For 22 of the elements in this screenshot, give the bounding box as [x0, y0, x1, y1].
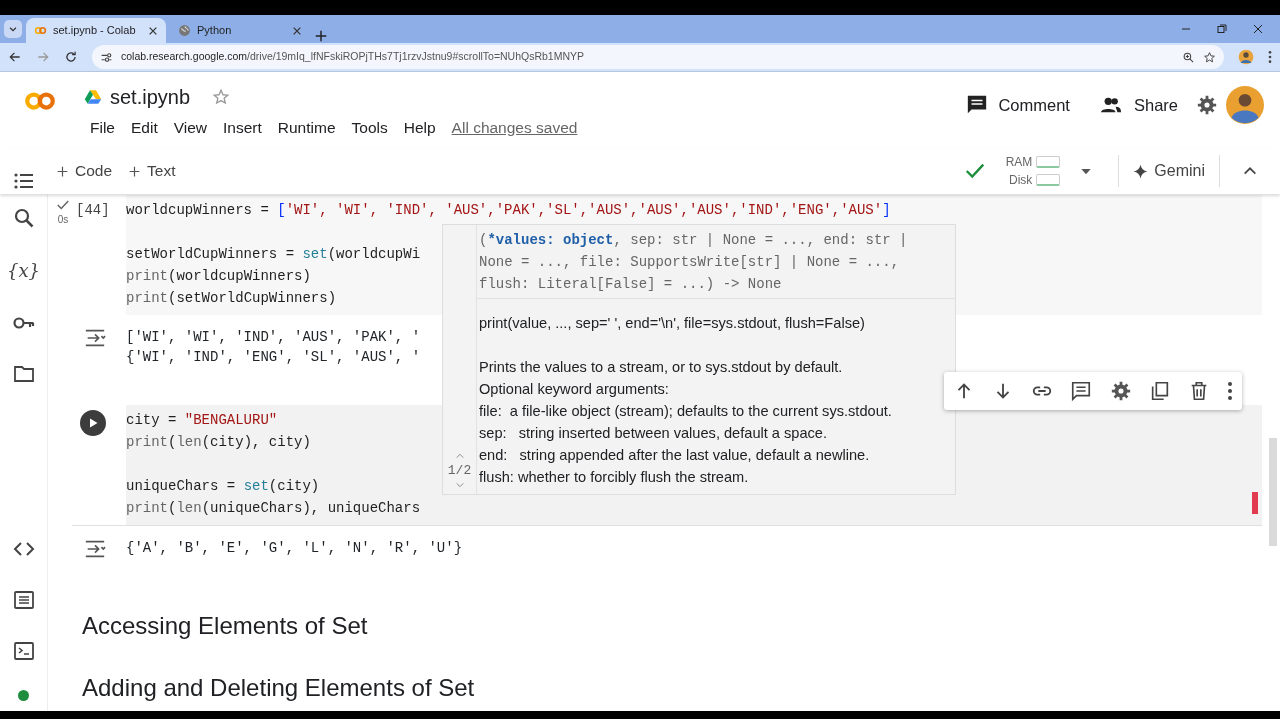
doc-line: Optional keyword arguments: — [479, 380, 670, 399]
output-line: {'A', 'B', 'E', 'G', 'L', 'N', 'R', 'U'} — [126, 539, 463, 558]
section-heading: Adding and Deleting Elements of Set — [81, 673, 476, 702]
run-duration: 0s — [57, 213, 69, 227]
doc-line: Prints the values to a stream, or to sys.stdout by default. — [479, 358, 844, 377]
signature-line: flush: Literal[False] = ...) -> None — [479, 275, 783, 294]
tab-title: Python — [197, 23, 232, 39]
disk-label: Disk — [1008, 172, 1033, 189]
usage-text: print(value, ..., sep=' ', end='\n', file=sys.stdout, flush=False) — [479, 314, 866, 333]
execution-count: [44] — [76, 201, 110, 220]
output-line: {'WI', 'IND', 'ENG', 'SL', 'AUS', ' — [126, 348, 421, 367]
section-heading: Accessing Elements of Set — [81, 611, 369, 641]
output-line: ['WI', 'WI', 'IND', 'AUS', 'PAK', ' — [126, 328, 421, 347]
doc-line: flush: whether to forcibly flush the stream. — [479, 468, 750, 487]
ram-label: RAM — [1005, 154, 1033, 171]
signature-line: (*values: object, sep: str | None = ..., end: str | — [479, 231, 909, 250]
doc-line: file: a file-like object (stream); defaults to the current sys.stdout. — [479, 402, 893, 421]
doc-line: end: string appended after the last value, default a newline. — [479, 446, 871, 465]
page-counter: 1/2 — [447, 461, 472, 480]
signature-line: None = ..., file: SupportsWrite[str] | None = ..., — [479, 253, 901, 272]
tab-title: set.ipynb - Colab — [53, 23, 136, 39]
doc-line: sep: string inserted between values, default a space. — [479, 424, 829, 443]
